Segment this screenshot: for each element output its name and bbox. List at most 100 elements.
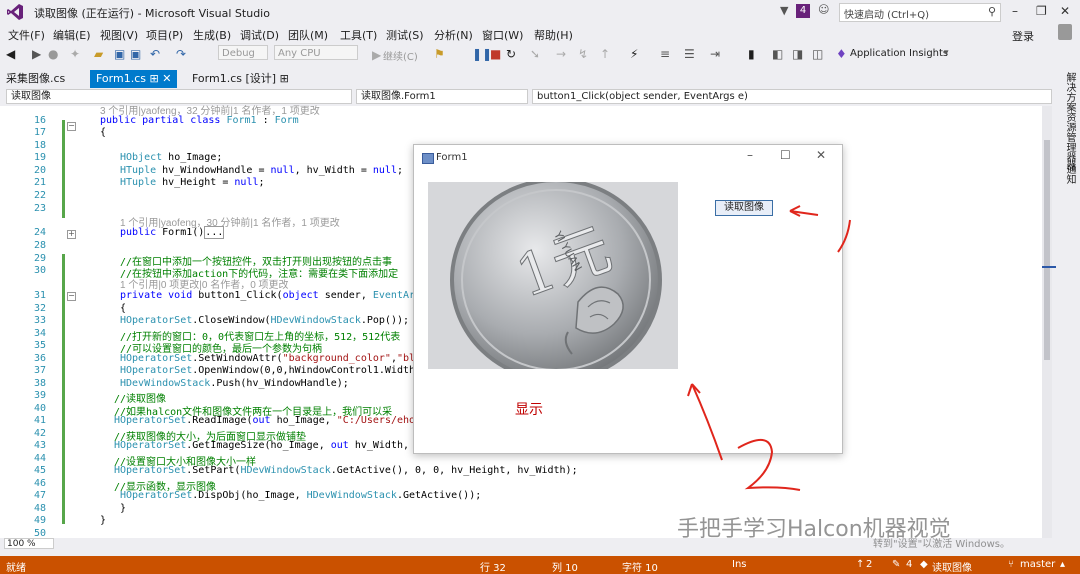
- pencil-icon[interactable]: ✎: [892, 559, 900, 570]
- visual-studio-logo-icon: [7, 4, 23, 20]
- platform-select[interactable]: Any CPU: [274, 45, 358, 60]
- prev-bookmark-icon[interactable]: ◧: [772, 47, 783, 61]
- insights-dropdown-icon[interactable]: ▾: [944, 48, 949, 58]
- back-icon[interactable]: ◀: [6, 47, 15, 61]
- clear-bookmarks-icon[interactable]: ◫: [812, 47, 823, 61]
- show-next-statement-icon[interactable]: ➘: [530, 47, 540, 61]
- continue-icon[interactable]: ▶: [372, 48, 381, 62]
- save-all-icon[interactable]: ▣: [130, 47, 141, 61]
- status-column: 列 10: [552, 563, 578, 574]
- branch-dropdown-icon[interactable]: ▴: [1060, 559, 1065, 570]
- menu-help[interactable]: 帮助(H): [534, 27, 573, 43]
- form-maximize-button[interactable]: ☐: [780, 148, 791, 162]
- notification-badge[interactable]: 4: [796, 4, 810, 18]
- tab-form1-designer[interactable]: Form1.cs [设计] ⊞: [186, 70, 295, 88]
- new-project-icon[interactable]: ✦: [70, 47, 80, 61]
- member-dropdown[interactable]: button1_Click(object sender, EventArgs e…: [532, 89, 1052, 104]
- scrollbar-thumb[interactable]: [1044, 140, 1050, 360]
- status-ready: 就绪: [6, 563, 26, 574]
- config-select[interactable]: Debug: [218, 45, 268, 60]
- filter-icon[interactable]: ▼: [780, 4, 788, 17]
- project-value: 读取图像: [11, 91, 51, 102]
- form-icon: [422, 153, 434, 164]
- form1-window: Form1 – ☐ ✕ 1元 YI YUAN 读取图像 显示: [413, 144, 843, 454]
- menu-tools[interactable]: 工具(T): [340, 27, 377, 43]
- comment-icon[interactable]: ≡: [660, 47, 670, 61]
- status-mode: Ins: [732, 559, 747, 570]
- class-value: 读取图像.Form1: [361, 91, 436, 102]
- close-icon[interactable]: ✕: [162, 72, 171, 85]
- history-icon[interactable]: ●: [48, 47, 58, 61]
- menu-build[interactable]: 生成(B): [193, 27, 231, 43]
- status-bar: 就绪 行 32 列 10 字符 10 Ins ↑ 2 ✎ 4 ◆ 读取图像 ⑂ …: [0, 556, 1080, 574]
- close-button[interactable]: ✕: [1060, 4, 1070, 18]
- tab-form1-cs[interactable]: Form1.cs ⊞ ✕: [90, 70, 178, 88]
- step-out-icon[interactable]: ↑: [600, 47, 610, 61]
- minimize-button[interactable]: –: [1012, 4, 1018, 18]
- find-icon[interactable]: ⚑: [434, 47, 445, 61]
- pin-icon[interactable]: ⊞: [280, 72, 289, 85]
- status-line: 行 32: [480, 563, 506, 574]
- open-folder-icon[interactable]: ▰: [94, 47, 103, 61]
- document-tabs: 采集图像.cs Form1.cs ⊞ ✕ Form1.cs [设计] ⊞: [0, 70, 1052, 90]
- form-title: Form1: [436, 152, 468, 163]
- zoom-value: 100 %: [7, 539, 36, 549]
- image-window[interactable]: 1元 YI YUAN: [428, 182, 678, 369]
- menu-window[interactable]: 窗口(W): [482, 27, 523, 43]
- insights-label[interactable]: Application Insights: [850, 48, 948, 59]
- read-image-button[interactable]: 读取图像: [715, 200, 773, 216]
- undo-icon[interactable]: ↶: [150, 47, 160, 61]
- title-bar: 读取图像 (正在运行) - Microsoft Visual Studio ▼ …: [0, 0, 1080, 24]
- status-up-count[interactable]: 2: [866, 559, 872, 570]
- solution-explorer-tab[interactable]: 解决方案资源管理器: [1062, 72, 1077, 162]
- restore-button[interactable]: ❐: [1036, 4, 1047, 18]
- step-over-icon[interactable]: ↯: [578, 47, 588, 61]
- menu-file[interactable]: 文件(F): [8, 27, 45, 43]
- avatar[interactable]: [1058, 24, 1072, 40]
- restart-icon[interactable]: ↻: [506, 47, 516, 61]
- menu-team[interactable]: 团队(M): [288, 27, 328, 43]
- save-icon[interactable]: ▣: [114, 47, 125, 61]
- menu-bar: 文件(F) 编辑(E) 视图(V) 项目(P) 生成(B) 调试(D) 团队(M…: [0, 24, 1080, 44]
- window-title: 读取图像 (正在运行) - Microsoft Visual Studio: [34, 7, 270, 20]
- platform-value: Any CPU: [278, 48, 321, 59]
- status-project[interactable]: 读取图像: [932, 559, 972, 574]
- class-dropdown[interactable]: 读取图像.Form1: [356, 89, 528, 104]
- indent-icon[interactable]: ⇥: [710, 47, 720, 61]
- status-char: 字符 10: [622, 563, 658, 574]
- member-value: button1_Click(object sender, EventArgs e…: [537, 91, 748, 102]
- menu-project[interactable]: 项目(P): [146, 27, 183, 43]
- notifications-tab[interactable]: 通知: [1062, 164, 1077, 184]
- feedback-icon[interactable]: ☺: [818, 3, 829, 16]
- branch-icon[interactable]: ⑂: [1008, 559, 1014, 570]
- login-link[interactable]: 登录: [1012, 28, 1034, 44]
- zoom-select[interactable]: 100 %: [4, 538, 54, 549]
- menu-debug[interactable]: 调试(D): [240, 27, 279, 43]
- menu-edit[interactable]: 编辑(E): [53, 27, 91, 43]
- show-label: 显示: [515, 402, 543, 418]
- stop-icon[interactable]: ■: [490, 47, 501, 61]
- config-value: Debug: [222, 48, 255, 59]
- menu-view[interactable]: 视图(V): [100, 27, 138, 43]
- publish-icon[interactable]: ↑: [856, 559, 864, 570]
- menu-analyze[interactable]: 分析(N): [434, 27, 473, 43]
- form-minimize-button[interactable]: –: [747, 148, 753, 162]
- repo-icon[interactable]: ◆: [920, 559, 928, 570]
- next-bookmark-icon[interactable]: ◨: [792, 47, 803, 61]
- search-icon: ⚲: [987, 5, 996, 18]
- bookmark-icon[interactable]: ▮: [748, 47, 755, 61]
- tab-capture-image[interactable]: 采集图像.cs: [0, 70, 71, 88]
- continue-label[interactable]: 继续(C): [383, 48, 418, 63]
- insights-icon[interactable]: ♦: [836, 47, 847, 61]
- lightning-icon[interactable]: ⚡: [630, 47, 638, 61]
- align-icon[interactable]: ☰: [684, 47, 695, 61]
- redo-icon[interactable]: ↷: [176, 47, 186, 61]
- status-branch[interactable]: master: [1020, 559, 1055, 570]
- menu-test[interactable]: 测试(S): [386, 27, 424, 43]
- quick-launch-input[interactable]: 快速启动 (Ctrl+Q) ⚲: [839, 3, 1001, 22]
- form-close-button[interactable]: ✕: [816, 148, 826, 162]
- forward-icon[interactable]: ▶: [32, 47, 41, 61]
- step-into-icon[interactable]: →: [556, 47, 566, 61]
- status-pencil-count[interactable]: 4: [906, 559, 912, 570]
- code-lens[interactable]: 1 个引用|0 项更改|0 名作者，0 项更改: [120, 276, 289, 291]
